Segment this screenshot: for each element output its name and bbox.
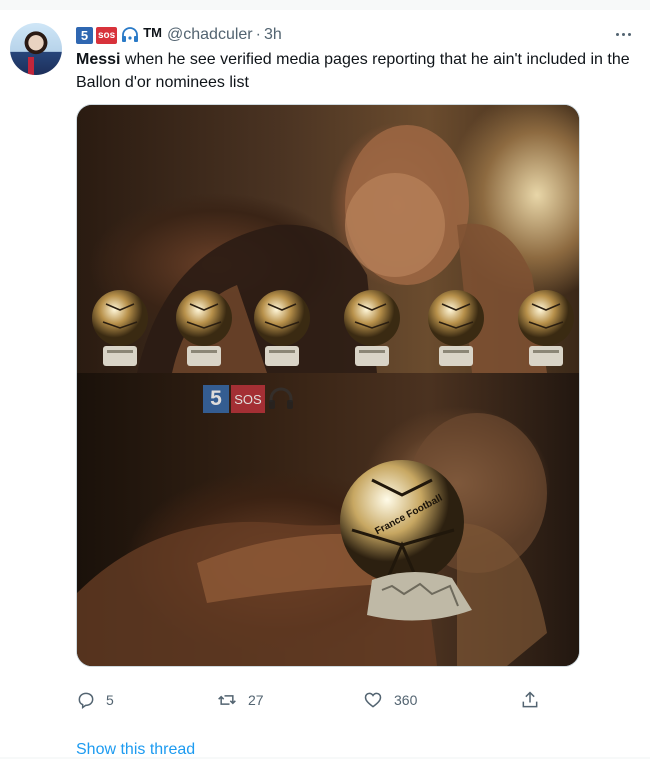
user-handle[interactable]: @chadculer	[167, 26, 253, 44]
tweet-text-body: when he see verified media pages reporti…	[76, 51, 630, 91]
retweet-count: 27	[248, 692, 264, 708]
watermark-badge-sos: SOS	[231, 385, 265, 413]
headphones-icon	[269, 387, 293, 409]
name-tm: TM	[143, 24, 163, 40]
tweet-text: Messi when he see verified media pages r…	[76, 48, 631, 94]
avatar-shirt	[28, 57, 34, 75]
name-badge-5[interactable]: 5	[76, 26, 93, 44]
trophy-row	[77, 288, 579, 378]
headphones-icon	[120, 26, 140, 44]
watermark-badge-5: 5	[203, 385, 229, 413]
ballon-dor-trophy: France Football	[340, 460, 472, 621]
man-silhouette-bottom	[77, 413, 547, 666]
reply-icon	[78, 692, 94, 709]
avatar[interactable]	[10, 23, 62, 75]
more-icon[interactable]	[612, 24, 634, 44]
tweet-header: 5 sos TM @chadculer · 3h	[76, 24, 282, 46]
like-button[interactable]: 360	[362, 688, 417, 712]
retweet-icon	[218, 695, 236, 705]
tweet-text-bold: Messi	[76, 51, 121, 68]
trophy-icon	[428, 290, 484, 366]
share-icon	[522, 691, 538, 708]
show-thread-link[interactable]: Show this thread	[76, 741, 195, 759]
name-badge-sos[interactable]: sos	[96, 26, 118, 44]
trophy-icon	[518, 290, 574, 366]
trophy-icon	[254, 290, 310, 366]
retweet-button[interactable]: 27	[216, 688, 264, 712]
share-button[interactable]	[520, 688, 540, 712]
heart-icon	[364, 692, 382, 708]
separator-dot: ·	[255, 26, 261, 43]
tweet-media-image[interactable]: 5 SOS France Football	[76, 104, 580, 667]
trophy-icon	[176, 290, 232, 366]
image-panel-bottom	[77, 373, 579, 666]
tweet-time[interactable]: 3h	[264, 26, 282, 44]
trophy-icon	[344, 290, 400, 366]
like-count: 360	[394, 692, 418, 708]
trophy-icon	[92, 290, 148, 366]
image-watermark: 5 SOS	[203, 385, 295, 413]
reply-button[interactable]: 5	[76, 688, 114, 712]
reply-count: 5	[106, 692, 114, 708]
tweet-card[interactable]: 5 sos TM @chadculer · 3h Messi when he s…	[0, 10, 650, 759]
tweet-actions: 5 27 360	[76, 688, 556, 712]
